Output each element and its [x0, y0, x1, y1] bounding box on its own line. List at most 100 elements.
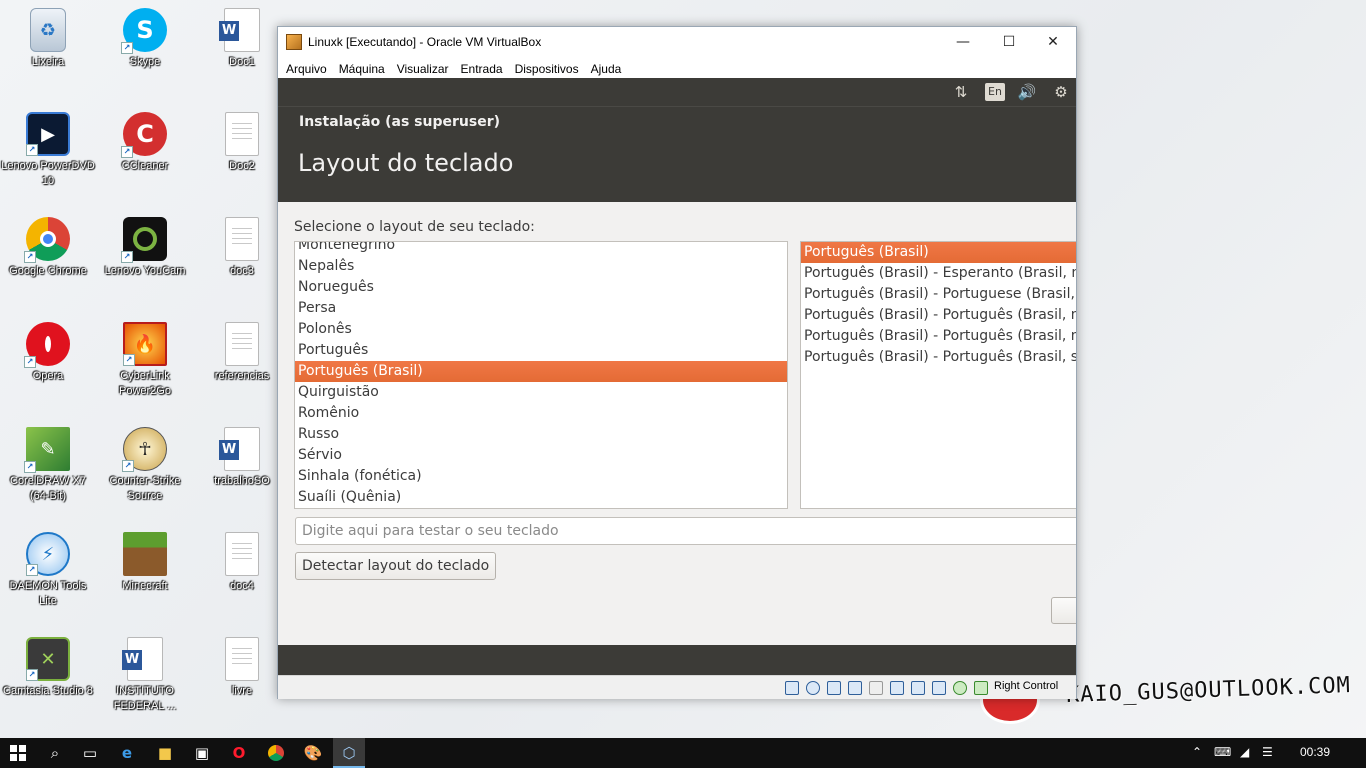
layout-list-item[interactable]: Suaíli (Quênia): [295, 487, 787, 508]
menu-maquina[interactable]: Máquina: [333, 62, 391, 76]
ccleaner-icon: C ↗: [121, 112, 167, 158]
layout-prompt: Selecione o layout de seu teclado:: [294, 219, 535, 235]
layout-list-item[interactable]: Norueguês: [295, 277, 787, 298]
desktop-icon-coreldraw[interactable]: ✎ ↗ CorelDRAW X7 (64-Bit): [0, 427, 96, 504]
desktop-icon-daemon-tools[interactable]: ⚡ ↗ DAEMON Tools Lite: [0, 532, 96, 609]
input-indicator-icon[interactable]: ⌨: [1214, 745, 1231, 759]
task-view-icon[interactable]: ▭: [80, 743, 100, 763]
volume-icon[interactable]: 🔊: [1016, 83, 1038, 101]
text-document-icon: [225, 322, 259, 366]
camtasia-icon: ✕ ↗: [26, 637, 70, 681]
menu-ajuda[interactable]: Ajuda: [585, 62, 628, 76]
network-adapter-icon[interactable]: [848, 681, 862, 695]
desktop-icon-livre[interactable]: livre: [194, 637, 290, 699]
minimize-button[interactable]: —: [940, 27, 986, 57]
variant-list-item[interactable]: Português (Brasil): [801, 242, 1076, 263]
desktop-icon-power2go[interactable]: 🔥 ↗ CyberLink Power2Go: [97, 322, 193, 399]
layout-list-item[interactable]: Persa: [295, 298, 787, 319]
variant-list[interactable]: Português (Brasil) Português (Brasil) - E…: [800, 241, 1076, 509]
wifi-icon[interactable]: ◢: [1240, 745, 1249, 759]
page-title: Layout do teclado: [298, 149, 514, 177]
windows-start-icon[interactable]: [8, 743, 28, 763]
window-titlebar[interactable]: Linuxk [Executando] - Oracle VM VirtualB…: [278, 27, 1076, 57]
desktop-icon-doc3[interactable]: doc3: [194, 217, 290, 279]
powerdvd-icon: ▶ ↗: [26, 112, 70, 156]
taskbar-clock[interactable]: 00:39: [1300, 745, 1330, 759]
layout-list-item[interactable]: Montenegrino: [295, 242, 787, 256]
layout-list-item[interactable]: Russo: [295, 424, 787, 445]
virtualbox-window: Linuxk [Executando] - Oracle VM VirtualB…: [277, 26, 1077, 699]
variant-list-item[interactable]: Português (Brasil) - Português (Brasil, …: [801, 326, 1076, 347]
variant-list-item[interactable]: Português (Brasil) - Português (Brasil, …: [801, 305, 1076, 326]
variant-list-item[interactable]: Português (Brasil) - Português (Brasil, …: [801, 347, 1076, 368]
file-explorer-icon[interactable]: ■: [155, 743, 175, 763]
shared-folders-icon[interactable]: [890, 681, 904, 695]
usb-icon[interactable]: [869, 681, 883, 695]
daemon-tools-icon: ⚡ ↗: [26, 532, 70, 576]
layout-list-item[interactable]: Nepalês: [295, 256, 787, 277]
paint-taskbar-icon[interactable]: 🎨: [303, 743, 323, 763]
layout-list-item[interactable]: Português: [295, 340, 787, 361]
video-capture-icon[interactable]: [932, 681, 946, 695]
maximize-button[interactable]: ☐: [986, 27, 1032, 57]
desktop-icon-referencias[interactable]: referencias: [194, 322, 290, 384]
desktop-icon-trabalhoso[interactable]: W trabalhoSO: [194, 427, 290, 489]
host-key-icon[interactable]: [974, 681, 988, 695]
settings-icon[interactable]: ⚙: [1050, 83, 1072, 101]
show-hidden-icons-icon[interactable]: ⌃: [1192, 745, 1202, 759]
desktop-icon-ccleaner[interactable]: C ↗ CCleaner: [97, 112, 193, 174]
text-document-icon: [225, 217, 259, 261]
keyboard-test-input[interactable]: [295, 517, 1076, 545]
desktop-icon-doc1[interactable]: W Doc1: [194, 8, 290, 70]
layout-list[interactable]: Montenegrino Nepalês Norueguês Persa Polonês…: [294, 241, 788, 509]
variant-list-item[interactable]: Português (Brasil) - Portuguese (Brasil,…: [801, 284, 1076, 305]
search-icon[interactable]: ⌕: [45, 743, 65, 763]
word-document-icon: W: [122, 637, 163, 681]
menu-arquivo[interactable]: Arquivo: [280, 62, 333, 76]
layout-list-item[interactable]: Quirguistão: [295, 382, 787, 403]
desktop-icon-opera[interactable]: ↗ Opera: [0, 322, 96, 384]
desktop-icon-lixeira[interactable]: ♻ Lixeira: [0, 8, 96, 70]
mouse-integration-icon[interactable]: [953, 681, 967, 695]
desktop-icon-doc4[interactable]: doc4: [194, 532, 290, 594]
menu-visualizar[interactable]: Visualizar: [391, 62, 455, 76]
edge-icon[interactable]: e: [117, 743, 137, 763]
menu-entrada[interactable]: Entrada: [455, 62, 509, 76]
desktop-icon-chrome[interactable]: ↗ Google Chrome: [0, 217, 96, 279]
variant-list-item[interactable]: Português (Brasil) - Esperanto (Brasil, …: [801, 263, 1076, 284]
layout-list-item[interactable]: Sérvio: [295, 445, 787, 466]
desktop-icon-youcam[interactable]: ↗ Lenovo YouCam: [97, 217, 193, 279]
chrome-taskbar-icon[interactable]: [266, 743, 286, 763]
layout-list-item[interactable]: Sinhala (fonética): [295, 466, 787, 487]
menu-dispositivos[interactable]: Dispositivos: [509, 62, 585, 76]
layout-list-item[interactable]: Português (Brasil): [295, 361, 787, 382]
desktop-icon-camtasia[interactable]: ✕ ↗ Camtasia Studio 8: [0, 637, 96, 699]
desktop-icon-minecraft[interactable]: Minecraft: [97, 532, 193, 594]
storage-icon[interactable]: [785, 681, 799, 695]
desktop-icon-powerdvd[interactable]: ▶ ↗ Lenovo PowerDVD 10: [0, 112, 96, 189]
virtualbox-taskbar-icon: ⬡: [342, 744, 356, 762]
notifications-icon[interactable]: ☰: [1262, 745, 1273, 759]
close-button[interactable]: ✕: [1030, 27, 1076, 57]
layout-list-item[interactable]: Romênio: [295, 403, 787, 424]
opera-taskbar-icon[interactable]: O: [229, 743, 249, 763]
display-icon[interactable]: [911, 681, 925, 695]
taskbar: ⌕ ▭ e ■ ▣ O 🎨 ⬡ ⌃ ⌨ ◢ ☰ 00:39: [0, 738, 1366, 768]
audio-icon[interactable]: [827, 681, 841, 695]
host-key-label: Right Control: [994, 680, 1059, 692]
desktop-icon-doc2[interactable]: Doc2: [194, 112, 290, 174]
opera-icon: ↗: [24, 322, 70, 368]
guest-display: ⇅ En 🔊 ⚙ Instalação (as superuser) Layou…: [278, 78, 1076, 675]
watermark-text: KAIO_GUS@OUTLOOK.COM: [1065, 673, 1352, 708]
keyboard-indicator[interactable]: En: [985, 83, 1005, 101]
coreldraw-icon: ✎ ↗: [24, 427, 70, 473]
detect-layout-button[interactable]: Detectar layout do teclado: [295, 552, 497, 580]
network-icon[interactable]: ⇅: [950, 83, 972, 101]
continue-button[interactable]: [1051, 597, 1076, 624]
desktop-icon-instituto-federal[interactable]: W INSTITUTO FEDERAL ...: [97, 637, 193, 714]
desktop-icon-counter-strike[interactable]: ☥ ↗ Counter-Strike Source: [97, 427, 193, 504]
store-icon[interactable]: ▣: [192, 743, 212, 763]
layout-list-item[interactable]: Polonês: [295, 319, 787, 340]
optical-drive-icon[interactable]: [806, 681, 820, 695]
desktop-icon-skype[interactable]: S ↗ Skype: [97, 8, 193, 70]
